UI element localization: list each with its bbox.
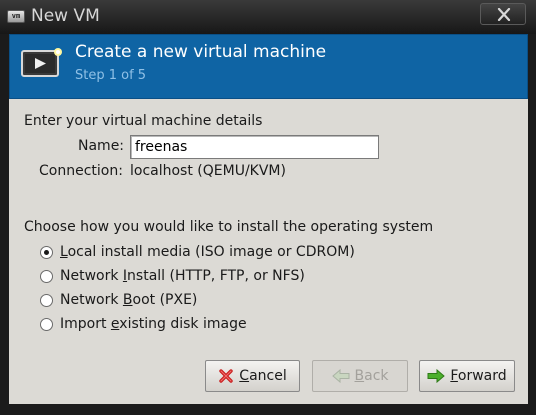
cancel-button[interactable]: Cancel [205, 360, 300, 392]
connection-label: Connection: [39, 163, 123, 179]
virtual-machine-monitor-icon [21, 48, 62, 77]
back-arrow-icon [331, 369, 349, 383]
wizard-header-banner: Create a new virtual machine Step 1 of 5 [9, 34, 528, 99]
details-section-label: Enter your virtual machine details [24, 113, 263, 129]
red-x-icon [219, 369, 233, 383]
radio-label[interactable]: Network Install (HTTP, FTP, or NFS) [60, 268, 305, 284]
radio-label[interactable]: Network Boot (PXE) [60, 292, 197, 308]
name-field[interactable] [130, 135, 379, 159]
title-bar[interactable]: vm New VM [0, 0, 536, 34]
radio-local-install-media[interactable]: Local install media (ISO image or CDROM) [40, 242, 355, 262]
install-method-section-label: Choose how you would like to install the… [24, 219, 434, 235]
wizard-content: Enter your virtual machine details Name:… [9, 99, 528, 404]
back-button-label[interactable]: Back [355, 368, 389, 384]
forward-arrow-icon [427, 369, 446, 383]
wizard-step-indicator: Step 1 of 5 [75, 68, 147, 83]
radio-button[interactable] [40, 269, 53, 283]
radio-button-selected[interactable] [40, 245, 53, 259]
wizard-title: Create a new virtual machine [75, 42, 327, 62]
radio-label[interactable]: Local install media (ISO image or CDROM) [60, 244, 355, 260]
back-button[interactable]: Back [312, 360, 408, 392]
radio-button[interactable] [40, 317, 53, 331]
radio-network-boot[interactable]: Network Boot (PXE) [40, 290, 197, 310]
app-icon: vm [7, 10, 25, 23]
name-label: Name: [78, 138, 125, 154]
radio-import-existing-disk[interactable]: Import existing disk image [40, 314, 247, 334]
new-vm-window: vm New VM Create a new virtual machine S… [0, 0, 536, 415]
window-title: New VM [31, 6, 100, 26]
connection-value: localhost (QEMU/KVM) [130, 163, 286, 179]
close-icon [497, 8, 511, 21]
radio-button[interactable] [40, 293, 53, 307]
cancel-button-label[interactable]: Cancel [239, 368, 286, 384]
forward-button[interactable]: Forward [419, 360, 515, 392]
forward-button-label[interactable]: Forward [450, 368, 506, 384]
radio-network-install[interactable]: Network Install (HTTP, FTP, or NFS) [40, 266, 305, 286]
radio-label[interactable]: Import existing disk image [60, 316, 247, 332]
close-window-button[interactable] [480, 3, 526, 25]
